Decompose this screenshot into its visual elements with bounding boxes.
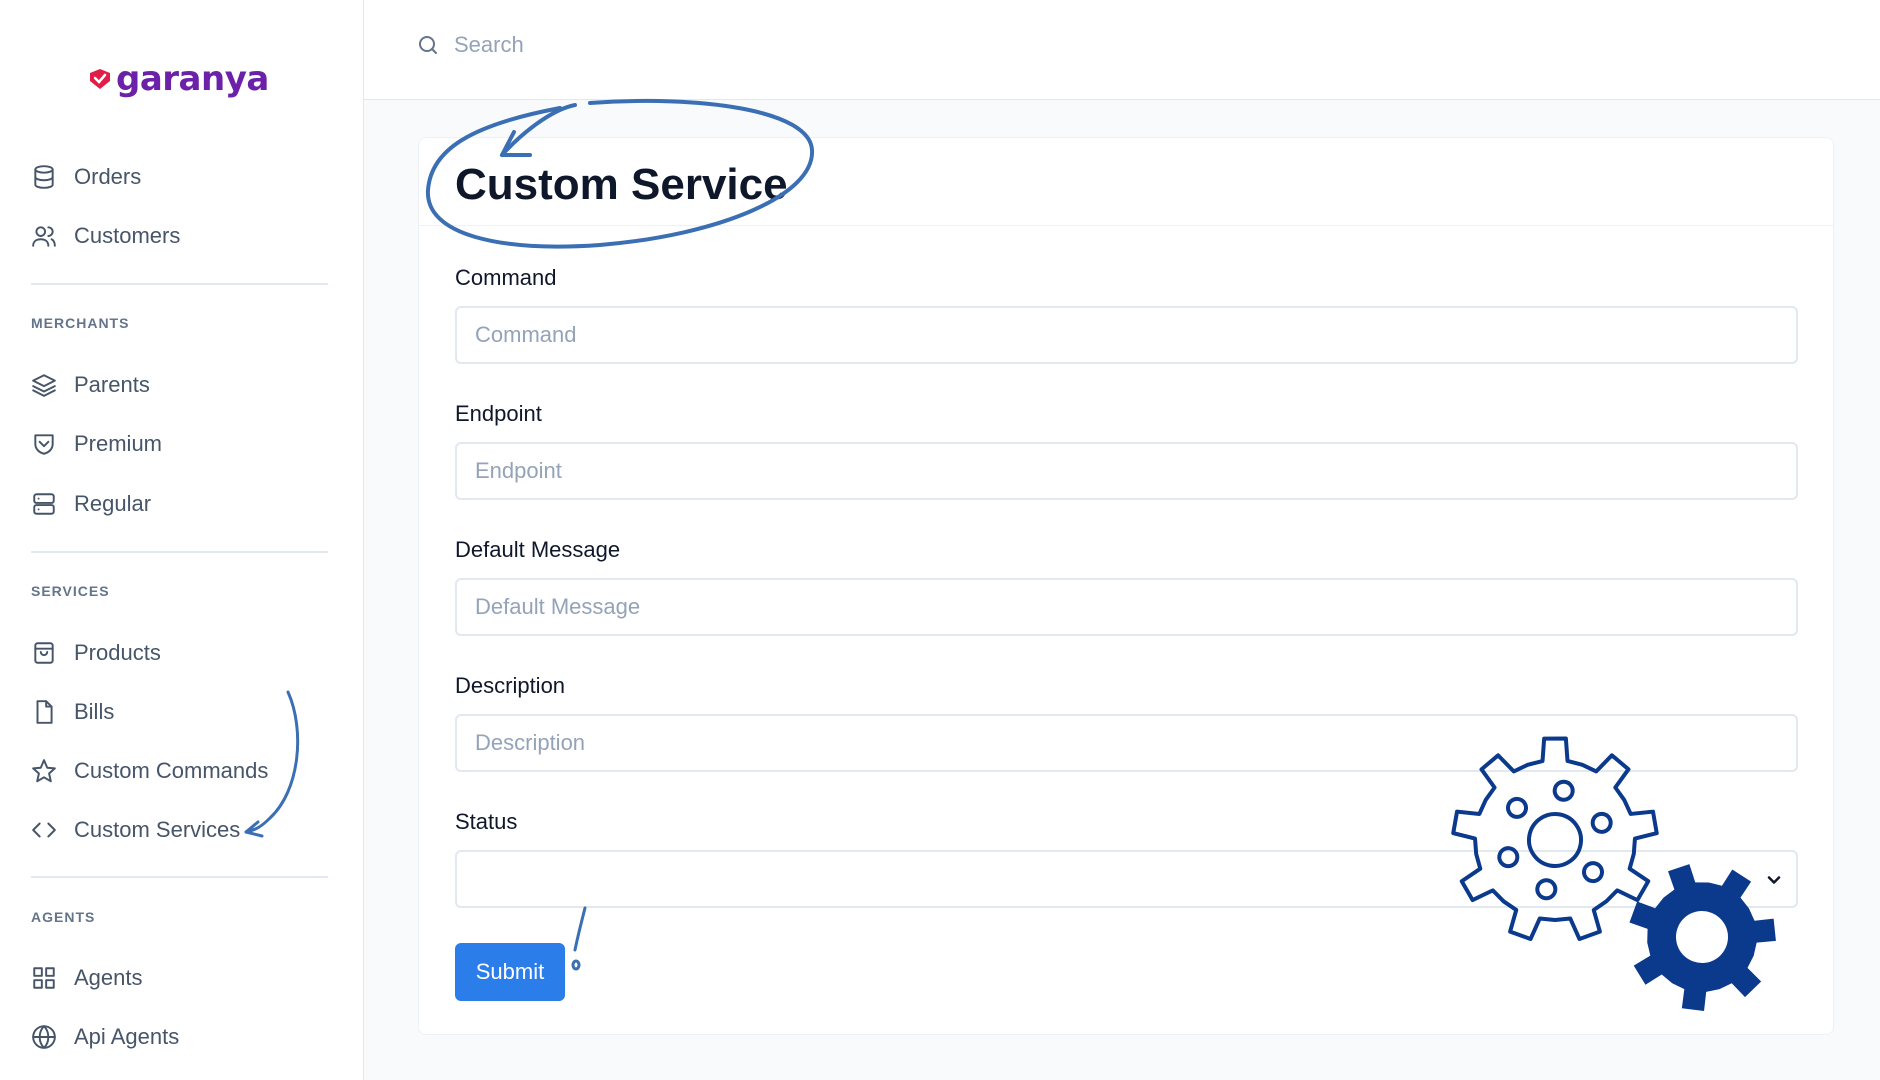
layers-icon <box>30 371 58 399</box>
sidebar-item-label: Agents <box>74 965 143 990</box>
status-label: Status <box>455 809 518 834</box>
database-icon <box>30 163 58 191</box>
star-icon <box>30 757 58 785</box>
endpoint-label: Endpoint <box>455 401 542 426</box>
sidebar-item-api-agents[interactable]: Api Agents <box>30 1022 179 1052</box>
sidebar-item-label: Custom Services <box>74 817 241 842</box>
grid-icon <box>30 964 58 992</box>
section-title-merchants: MERCHANTS <box>31 315 130 331</box>
sidebar-item-label: Custom Commands <box>74 758 269 783</box>
brand-logo[interactable]: garanya <box>88 62 269 96</box>
topbar <box>364 0 1880 100</box>
sidebar-item-label: Regular <box>74 491 152 516</box>
card-header: Custom Service <box>419 138 1833 226</box>
default-message-input[interactable] <box>455 578 1798 636</box>
sidebar-item-agents[interactable]: Agents <box>30 963 143 993</box>
sidebar-item-orders[interactable]: Orders <box>30 162 141 192</box>
description-input[interactable] <box>455 714 1798 772</box>
sidebar-item-label: Parents <box>74 372 150 397</box>
endpoint-input[interactable] <box>455 442 1798 500</box>
sidebar-item-label: Api Agents <box>74 1024 180 1049</box>
sidebar-item-customers[interactable]: Customers <box>30 221 180 251</box>
sidebar-divider <box>31 876 328 878</box>
sidebar-divider <box>31 551 328 553</box>
file-icon <box>30 698 58 726</box>
section-title-agents: AGENTS <box>31 909 96 925</box>
globe-icon <box>30 1023 58 1051</box>
sidebar-item-parents[interactable]: Parents <box>30 370 150 400</box>
command-input[interactable] <box>455 306 1798 364</box>
custom-service-form-card: Custom Service Command Endpoint Default … <box>418 137 1834 1035</box>
search-bar <box>416 32 854 58</box>
search-icon <box>419 36 437 54</box>
sidebar: garanya Orders Customers MERCHANTS Paren… <box>0 0 364 1080</box>
sidebar-item-products[interactable]: Products <box>30 638 161 668</box>
sidebar-item-label: Products <box>74 640 161 665</box>
chevron-down-icon <box>1767 876 1781 884</box>
command-label: Command <box>455 265 557 290</box>
submit-button[interactable]: Submit <box>455 943 565 1001</box>
brand-name: garanya <box>116 59 269 99</box>
sidebar-item-bills[interactable]: Bills <box>30 697 114 727</box>
server-icon <box>30 490 58 518</box>
sidebar-item-custom-services[interactable]: Custom Services <box>30 815 240 845</box>
code-icon <box>30 816 58 844</box>
shield-icon <box>30 430 58 458</box>
default-message-label: Default Message <box>455 537 621 562</box>
sidebar-item-premium[interactable]: Premium <box>30 429 162 459</box>
sidebar-item-custom-commands[interactable]: Custom Commands <box>30 756 268 786</box>
status-select[interactable] <box>455 850 1798 908</box>
search-input[interactable] <box>454 32 854 58</box>
shopping-bag-icon <box>30 639 58 667</box>
sidebar-item-regular[interactable]: Regular <box>30 489 151 519</box>
sidebar-item-label: Customers <box>74 223 181 248</box>
sidebar-item-label: Premium <box>74 431 163 456</box>
brand-mark-icon <box>90 69 110 89</box>
sidebar-item-label: Orders <box>74 164 142 189</box>
page-title: Custom Service <box>455 160 788 209</box>
users-icon <box>30 222 58 250</box>
description-label: Description <box>455 673 566 698</box>
section-title-services: SERVICES <box>31 583 110 599</box>
sidebar-divider <box>31 283 328 285</box>
sidebar-item-label: Bills <box>74 699 115 724</box>
